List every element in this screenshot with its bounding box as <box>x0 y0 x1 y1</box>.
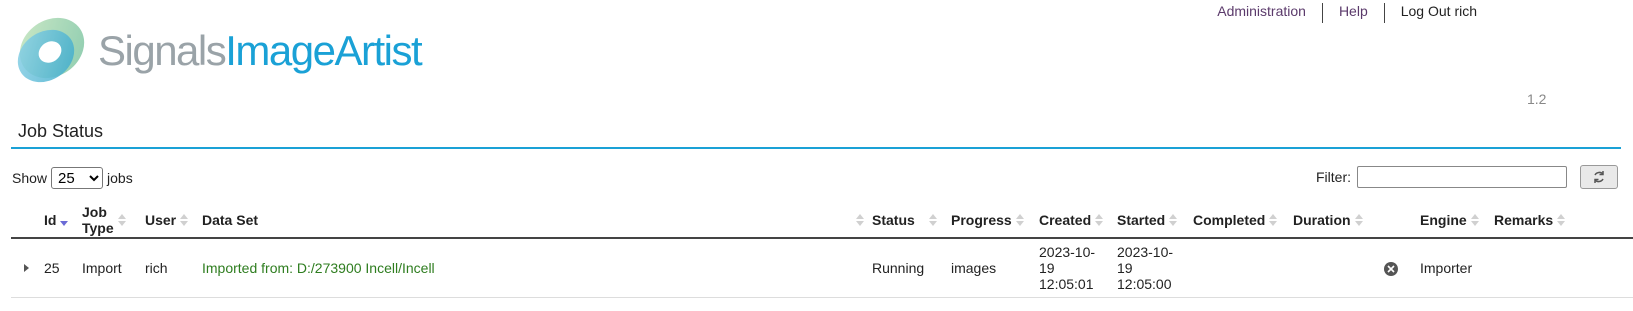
cell-started: 2023-10- 19 12:05:00 <box>1117 238 1193 298</box>
logo-text-signals: Signals <box>98 27 227 74</box>
row-expand-cell[interactable] <box>11 238 44 298</box>
jobs-label: jobs <box>107 170 133 186</box>
started-date-part1: 2023-10- <box>1117 244 1174 260</box>
column-header-status-label: Status <box>872 212 915 228</box>
sort-icon <box>1169 214 1178 226</box>
sort-icon <box>1354 214 1363 226</box>
column-header-job-type-label: Job Type <box>82 204 114 236</box>
started-time: 12:05:00 <box>1117 276 1172 292</box>
jobs-table: Id Job Type User Data Set Status Progres… <box>11 203 1633 298</box>
title-divider <box>11 147 1621 149</box>
column-header-progress-label: Progress <box>951 212 1012 228</box>
filter-control: Filter: <box>1316 166 1567 188</box>
job-status-page: SignalsImageArtist Administration Help L… <box>0 0 1633 311</box>
column-header-created-label: Created <box>1039 212 1092 228</box>
version-label: 1.2 <box>1527 91 1547 107</box>
column-header-job-type-line1: Job <box>82 204 107 220</box>
cell-data-set: Imported from: D:/273900 Incell/Incell <box>202 238 872 298</box>
filter-label: Filter: <box>1316 169 1351 185</box>
column-header-engine-label: Engine <box>1420 212 1467 228</box>
expand-row-icon[interactable] <box>24 264 29 272</box>
column-header-completed-label: Completed <box>1193 212 1266 228</box>
nav-item-administration: Administration <box>1201 3 1322 23</box>
cell-job-type: Import <box>82 238 145 298</box>
started-date-part2: 19 <box>1117 260 1133 276</box>
column-header-status[interactable]: Status <box>872 203 951 239</box>
cell-progress: images <box>951 238 1039 298</box>
cell-duration <box>1293 238 1384 298</box>
cancel-job-icon[interactable] <box>1384 262 1398 276</box>
refresh-button[interactable] <box>1580 165 1618 189</box>
cell-completed <box>1193 238 1293 298</box>
cell-created: 2023-10- 19 12:05:01 <box>1039 238 1117 298</box>
cell-action <box>1384 238 1420 298</box>
logout-link[interactable]: Log Out rich <box>1401 3 1477 19</box>
top-navigation: Administration Help Log Out rich <box>1201 3 1493 23</box>
cell-remarks <box>1494 238 1633 298</box>
page-size-select[interactable]: 10 25 50 100 <box>51 167 104 189</box>
column-header-completed[interactable]: Completed <box>1193 203 1293 239</box>
column-header-id-label: Id <box>44 212 57 228</box>
help-link[interactable]: Help <box>1339 3 1368 19</box>
column-header-duration-label: Duration <box>1293 212 1351 228</box>
close-icon <box>1387 265 1395 273</box>
show-label: Show <box>12 170 48 186</box>
column-header-job-type[interactable]: Job Type <box>82 203 145 239</box>
page-title: Job Status <box>18 121 104 141</box>
cell-status: Running <box>872 238 951 298</box>
column-header-created[interactable]: Created <box>1039 203 1117 239</box>
sort-icon <box>856 214 864 226</box>
table-header-row: Id Job Type User Data Set Status Progres… <box>11 203 1633 239</box>
column-header-action <box>1384 203 1420 239</box>
column-header-id[interactable]: Id <box>44 203 82 239</box>
cell-id: 25 <box>44 238 82 298</box>
sort-icon <box>117 214 126 226</box>
column-header-expand <box>11 203 44 239</box>
table-row[interactable]: 25 Import rich Imported from: D:/273900 … <box>11 238 1633 298</box>
sort-icon <box>1015 214 1024 226</box>
refresh-icon <box>1594 171 1604 183</box>
sort-desc-icon <box>60 214 69 226</box>
page-size-control: Show 10 25 50 100 jobs <box>12 167 133 189</box>
column-header-user-label: User <box>145 212 177 228</box>
sort-icon <box>1269 214 1278 226</box>
filter-input[interactable] <box>1357 166 1567 188</box>
nav-item-logout: Log Out rich <box>1383 3 1493 23</box>
logo-wordmark: SignalsImageArtist <box>98 27 423 74</box>
column-header-job-type-line2: Type <box>82 220 114 236</box>
logo-text-imageartist: ImageArtist <box>225 27 422 74</box>
column-header-remarks-label: Remarks <box>1494 212 1554 228</box>
column-header-data-set-label: Data Set <box>202 212 259 228</box>
created-date-part1: 2023-10- <box>1039 244 1096 260</box>
sort-icon <box>180 214 189 226</box>
sort-icon <box>1557 214 1566 226</box>
column-header-remarks[interactable]: Remarks <box>1494 203 1633 239</box>
cell-user: rich <box>145 238 202 298</box>
created-date-part2: 19 <box>1039 260 1055 276</box>
created-time: 12:05:01 <box>1039 276 1094 292</box>
app-logo[interactable]: SignalsImageArtist <box>12 12 472 88</box>
data-set-link[interactable]: Imported from: D:/273900 Incell/Incell <box>202 260 435 276</box>
sort-icon <box>1095 214 1104 226</box>
administration-link[interactable]: Administration <box>1217 3 1306 19</box>
column-header-data-set[interactable]: Data Set <box>202 203 872 239</box>
nav-item-help: Help <box>1321 3 1384 23</box>
column-header-user[interactable]: User <box>145 203 202 239</box>
cell-engine: Importer <box>1420 238 1494 298</box>
column-header-progress[interactable]: Progress <box>951 203 1039 239</box>
column-header-started-label: Started <box>1117 212 1166 228</box>
column-header-started[interactable]: Started <box>1117 203 1193 239</box>
column-header-duration[interactable]: Duration <box>1293 203 1384 239</box>
column-header-engine[interactable]: Engine <box>1420 203 1494 239</box>
logo-swirl-icon <box>17 17 85 83</box>
sort-icon <box>1470 214 1479 226</box>
sort-icon <box>928 214 937 226</box>
